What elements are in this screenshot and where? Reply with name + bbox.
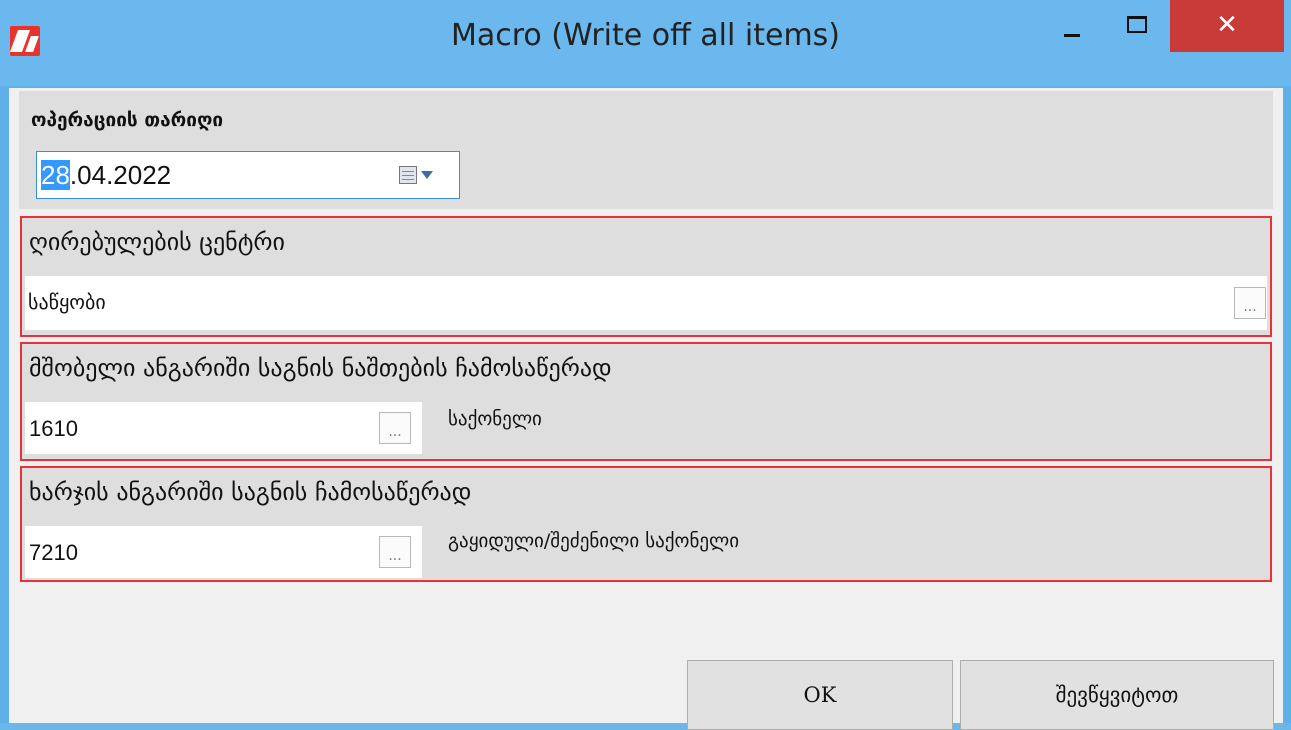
cost-center-browse-button[interactable]: ... (1234, 287, 1266, 319)
cost-center-value: საწყობი (28, 290, 106, 314)
expense-account-browse-button[interactable]: ... (379, 536, 411, 568)
operation-date-input[interactable]: 28.04.2022 (36, 151, 460, 199)
title-bar[interactable]: Macro (Write off all items) ✕ (0, 0, 1291, 86)
chevron-down-icon[interactable] (421, 171, 433, 179)
close-icon: ✕ (1216, 10, 1238, 40)
minimize-button[interactable] (1040, 0, 1104, 52)
parent-account-label: მშობელი ანგარიში საგნის ნაშთების ჩამოსაწ… (29, 354, 612, 382)
date-value: 28.04.2022 (41, 160, 171, 191)
parent-account-browse-button[interactable]: ... (379, 412, 411, 444)
parent-account-code-input[interactable]: 1610 ... (25, 402, 422, 454)
cost-center-label: ღირებულების ცენტრი (29, 228, 285, 256)
dialog-body: ოპერაციის თარიღი 28.04.2022 ღირებულების … (9, 88, 1283, 730)
cost-center-input[interactable]: საწყობი ... (25, 276, 1267, 330)
expense-account-name: გაყიდული/შეძენილი საქონელი (448, 530, 740, 552)
operation-date-label: ოპერაციის თარიღი (31, 109, 224, 131)
maximize-button[interactable] (1104, 0, 1168, 52)
expense-account-group: ხარჯის ანგარიში საგნის ჩამოსაწერად 7210 … (20, 466, 1272, 582)
cost-center-group: ღირებულების ცენტრი საწყობი ... (20, 216, 1272, 337)
expense-account-code: 7210 (29, 540, 78, 565)
expense-account-label: ხარჯის ანგარიში საგნის ჩამოსაწერად (29, 478, 472, 506)
macro-window: Macro (Write off all items) ✕ ოპერაციის … (0, 0, 1291, 730)
close-button[interactable]: ✕ (1170, 0, 1284, 52)
calendar-icon[interactable] (399, 166, 417, 184)
expense-account-code-input[interactable]: 7210 ... (25, 526, 422, 578)
cancel-button[interactable]: შევწყვიტოთ (960, 660, 1274, 730)
parent-account-code: 1610 (29, 416, 78, 441)
parent-account-group: მშობელი ანგარიში საგნის ნაშთების ჩამოსაწ… (20, 342, 1272, 461)
date-day-selected: 28 (41, 160, 70, 190)
date-value-rest: .04.2022 (69, 160, 172, 190)
parent-account-name: საქონელი (448, 408, 542, 430)
ok-button[interactable]: OK (687, 660, 953, 730)
date-panel: ოპერაციის თარიღი 28.04.2022 (19, 91, 1273, 209)
